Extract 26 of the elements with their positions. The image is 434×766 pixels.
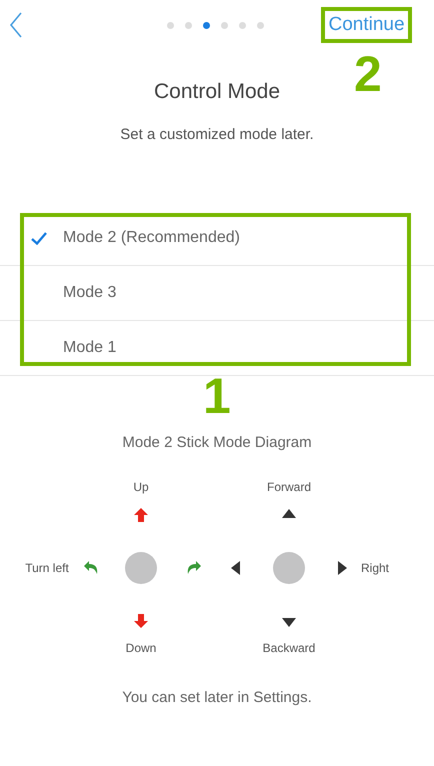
- turn-left-arrow-icon: [83, 561, 99, 575]
- arrow-up-icon: [134, 508, 148, 522]
- direction-label: Right: [361, 561, 389, 575]
- arrow-down-icon: [134, 614, 148, 628]
- direction-label: Turn left: [25, 561, 69, 575]
- mode-option[interactable]: Mode 3: [0, 266, 434, 321]
- diagram-title: Mode 2 Stick Mode Diagram: [121, 434, 313, 451]
- triangle-left-icon: [231, 561, 240, 575]
- direction-label: Up: [133, 480, 149, 494]
- triangle-down-icon: [282, 618, 296, 627]
- annotation-number: 2: [354, 49, 382, 99]
- triangle-up-icon: [282, 509, 296, 518]
- back-icon[interactable]: [9, 12, 23, 38]
- direction-label: Down: [126, 641, 156, 655]
- subtitle: Set a customized mode later.: [119, 126, 315, 143]
- stick-knob: [273, 552, 305, 584]
- direction-label: Forward: [267, 480, 311, 494]
- continue-button[interactable]: Continue: [321, 7, 412, 42]
- turn-right-arrow-icon: [186, 561, 202, 575]
- triangle-right-icon: [338, 561, 347, 575]
- mode-option[interactable]: Mode 1: [0, 321, 434, 376]
- direction-label: Backward: [262, 641, 316, 655]
- mode-option[interactable]: Mode 2 (Recommended): [0, 211, 434, 266]
- hint-text: You can set later in Settings.: [121, 689, 313, 706]
- page-title: Control Mode: [152, 80, 282, 104]
- stick-knob: [125, 552, 157, 584]
